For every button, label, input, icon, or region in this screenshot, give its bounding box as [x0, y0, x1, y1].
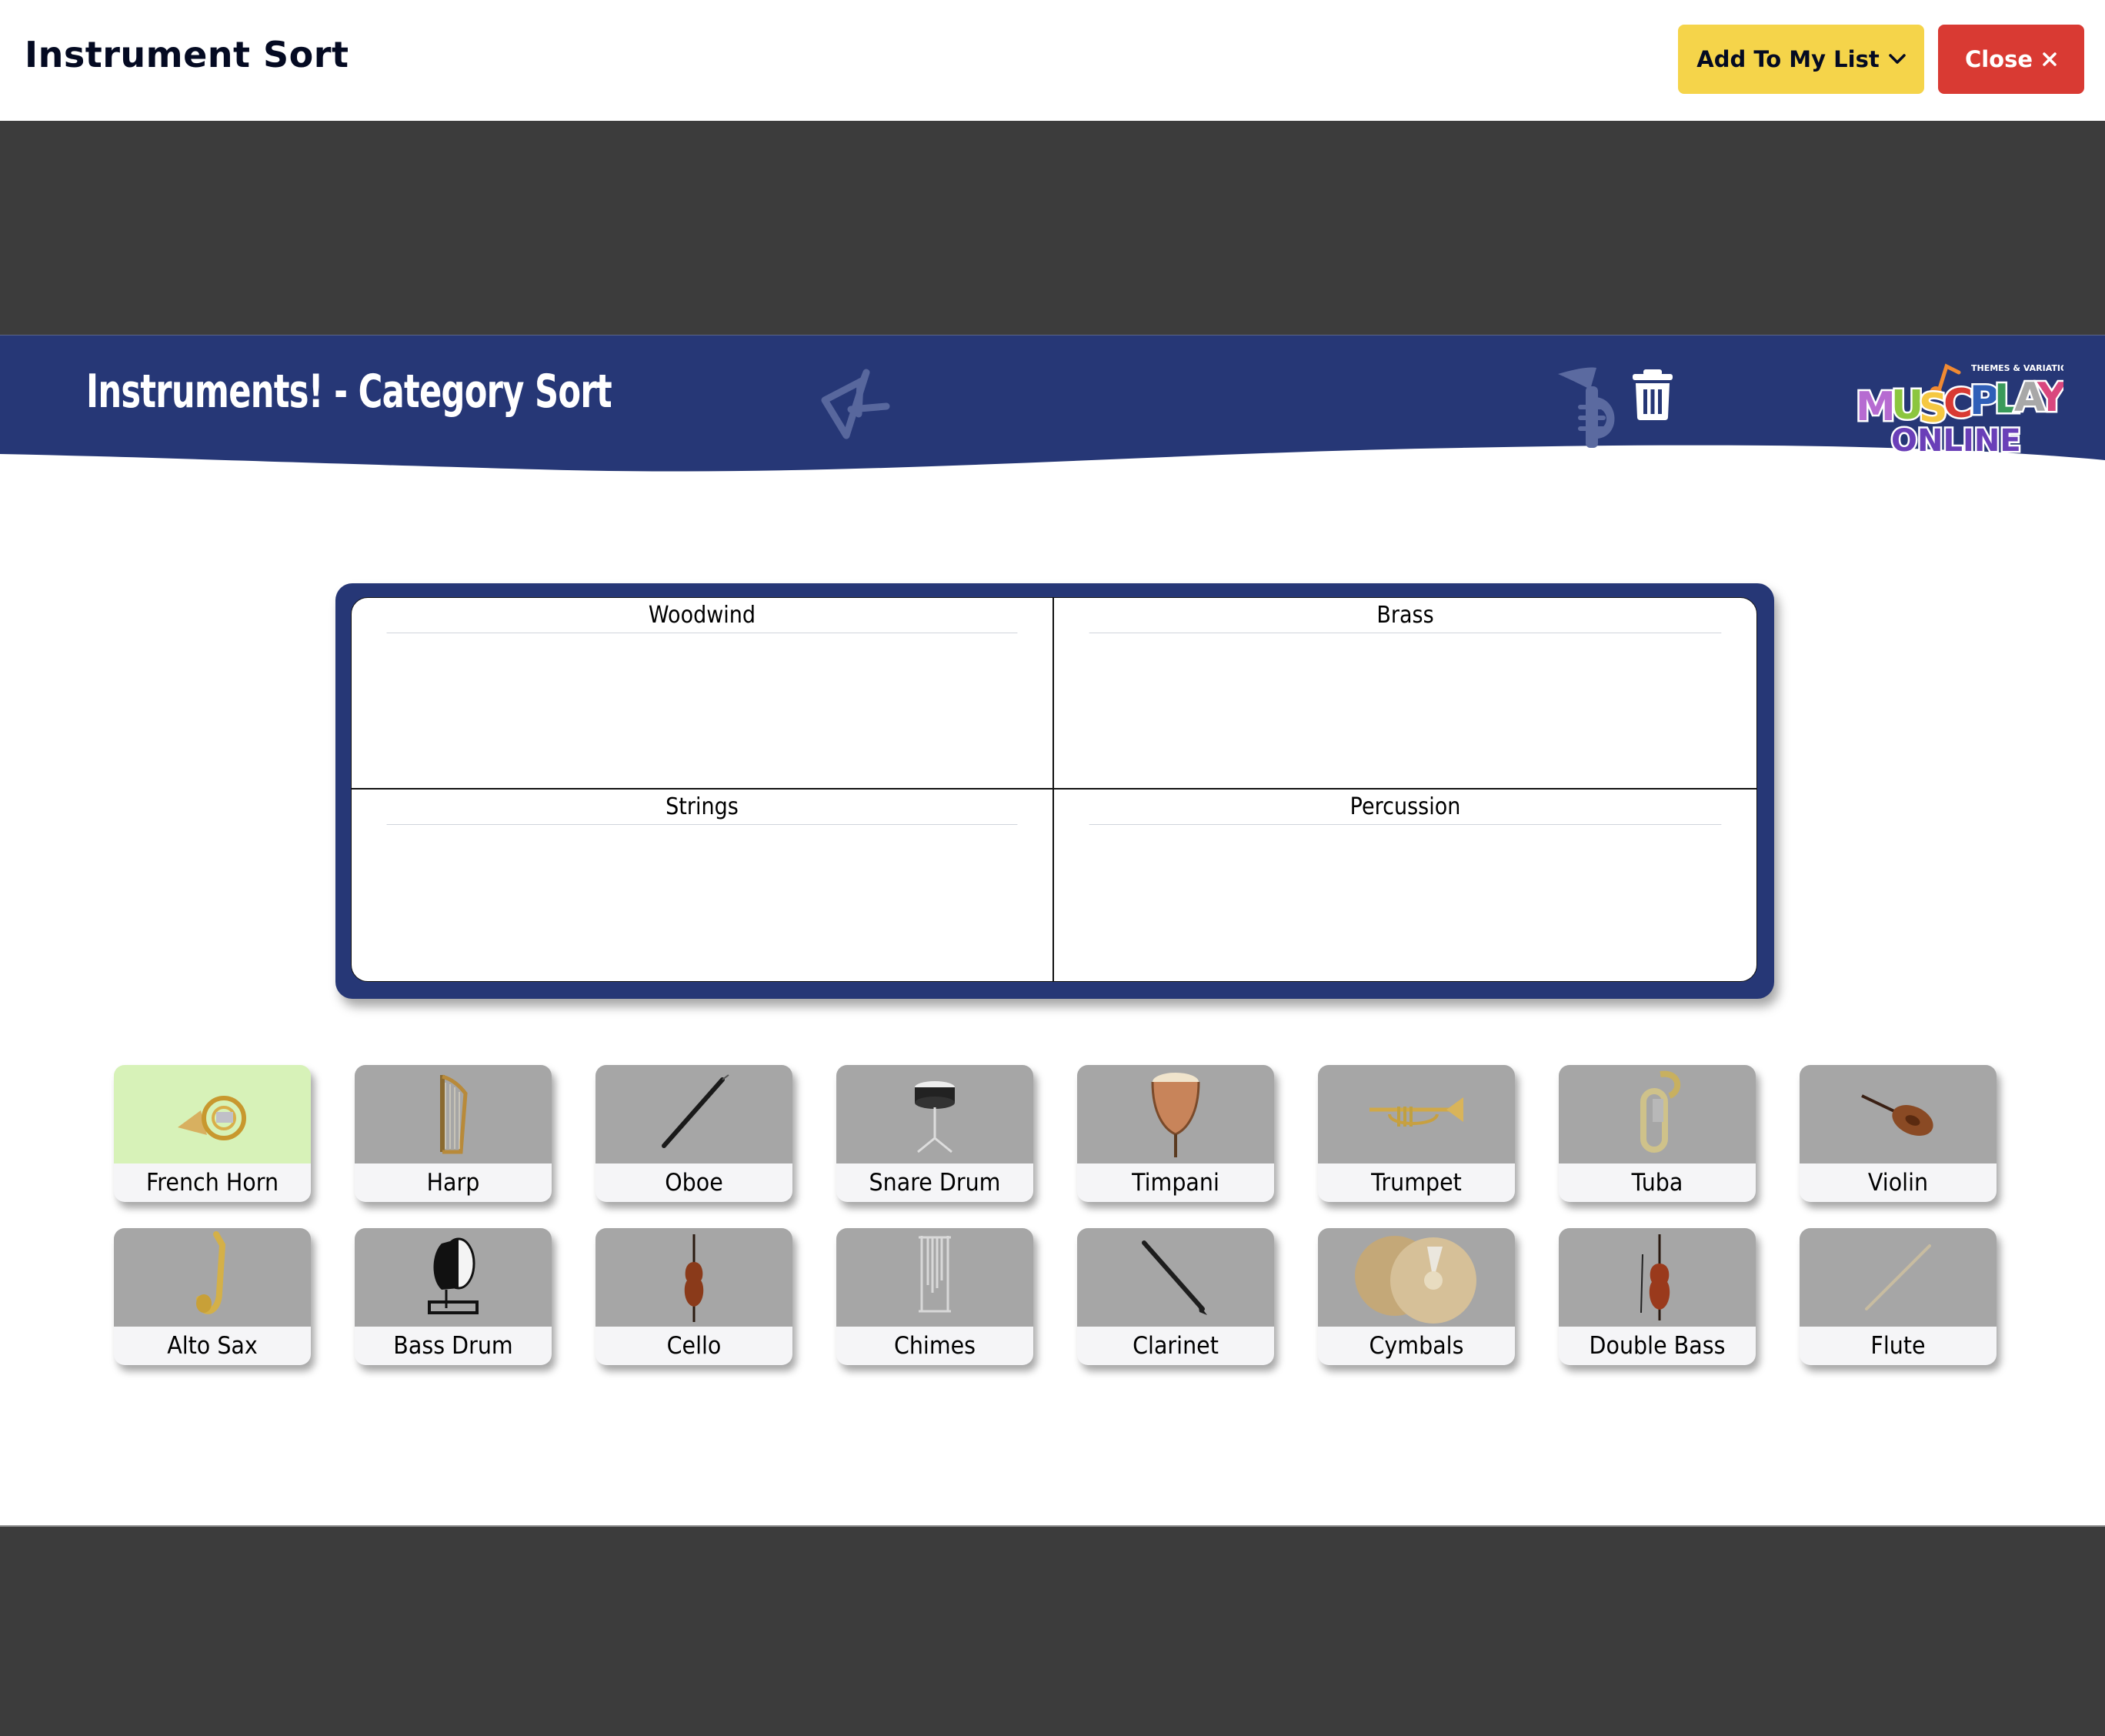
trumpet-image [1318, 1065, 1515, 1163]
instrument-card-chimes[interactable]: Chimes [836, 1228, 1033, 1365]
close-label: Close [1964, 46, 2033, 72]
flute-image [1800, 1228, 1997, 1327]
instrument-card-oboe[interactable]: Oboe [595, 1065, 792, 1202]
instrument-card-label: Trumpet [1371, 1169, 1462, 1197]
chevron-down-icon [1888, 54, 1906, 64]
instrument-card-flute[interactable]: Flute [1800, 1228, 1997, 1365]
musicplay-online-logo: THEMES & VARIATIONS M U S C P L A Y ONLI… [1854, 357, 2081, 461]
close-icon [2043, 52, 2057, 66]
page-title: Instrument Sort [25, 34, 349, 75]
activity-frame: Instruments! - Category Sort THEMES & VA… [0, 335, 2105, 1525]
logo-online: ONLINE [1891, 423, 2021, 453]
instrument-card-label: Chimes [893, 1332, 976, 1360]
instrument-card-clarinet[interactable]: Clarinet [1077, 1228, 1274, 1365]
instrument-card-label: Clarinet [1133, 1332, 1219, 1360]
instrument-card-label: Violin [1867, 1169, 1929, 1197]
instrument-card-trumpet[interactable]: Trumpet [1318, 1065, 1515, 1202]
instrument-card-violin[interactable]: Violin [1800, 1065, 1997, 1202]
category-zone-woodwind[interactable]: Woodwind [352, 598, 1054, 790]
instrument-card-label: Oboe [665, 1169, 723, 1197]
timpani-image [1077, 1065, 1274, 1163]
drop-area[interactable] [1054, 825, 1756, 981]
top-header: Instrument Sort Add To My List Close [0, 0, 2105, 121]
add-to-my-list-button[interactable]: Add To My List [1678, 25, 1924, 94]
instrument-card-label: Double Bass [1589, 1332, 1726, 1360]
instrument-card-harp[interactable]: Harp [355, 1065, 552, 1202]
double-bass-image [1559, 1228, 1756, 1327]
instrument-card-label: Cymbals [1369, 1332, 1464, 1360]
violin-image [1800, 1065, 1997, 1163]
svg-text:Y: Y [2037, 375, 2063, 421]
instrument-card-bass-drum[interactable]: Bass Drum [355, 1228, 552, 1365]
category-zone-percussion[interactable]: Percussion [1054, 790, 1756, 981]
instrument-card-label: French Horn [145, 1169, 279, 1197]
instrument-card-snare-drum[interactable]: Snare Drum [836, 1065, 1033, 1202]
cymbals-image [1318, 1228, 1515, 1327]
backdrop-bottom [0, 1525, 2105, 1736]
category-header: Brass [1089, 598, 1722, 633]
instrument-card-cymbals[interactable]: Cymbals [1318, 1228, 1515, 1365]
snare-drum-image [836, 1065, 1033, 1163]
instrument-card-timpani[interactable]: Timpani [1077, 1065, 1274, 1202]
instrument-card-alto-sax[interactable]: Alto Sax [114, 1228, 311, 1365]
cello-image [595, 1228, 792, 1327]
bass-drum-image [355, 1228, 552, 1327]
instrument-card-label: Tuba [1631, 1169, 1683, 1197]
instrument-card-label: Bass Drum [393, 1332, 513, 1360]
svg-text:M: M [1856, 384, 1896, 430]
close-button[interactable]: Close [1938, 25, 2084, 94]
trash-icon[interactable] [1631, 368, 1674, 422]
instrument-card-french-horn[interactable]: French Horn [114, 1065, 311, 1202]
harp-image [355, 1065, 552, 1163]
instrument-card-label: Timpani [1132, 1169, 1219, 1197]
french-horn-image [114, 1065, 311, 1163]
instrument-card-label: Harp [426, 1169, 480, 1197]
category-header: Strings [386, 790, 1018, 825]
category-header: Woodwind [386, 598, 1018, 633]
triangle-icon[interactable] [817, 366, 894, 443]
backdrop-top [0, 121, 2105, 335]
sort-grid: Woodwind Brass Strings Percussion [351, 597, 1757, 982]
instrument-card-tuba[interactable]: Tuba [1559, 1065, 1756, 1202]
activity-banner: Instruments! - Category Sort THEMES & VA… [0, 336, 2105, 474]
instrument-card-cello[interactable]: Cello [595, 1228, 792, 1365]
instrument-card-label: Snare Drum [869, 1169, 1001, 1197]
drop-area[interactable] [352, 825, 1052, 981]
category-zone-strings[interactable]: Strings [352, 790, 1054, 981]
sort-board: Woodwind Brass Strings Percussion [335, 583, 1774, 999]
category-header: Percussion [1089, 790, 1722, 825]
add-to-my-list-label: Add To My List [1696, 46, 1880, 72]
category-zone-brass[interactable]: Brass [1054, 598, 1756, 790]
drop-area[interactable] [352, 633, 1052, 788]
logo-tagline: THEMES & VARIATIONS [1971, 363, 2063, 373]
instrument-card-label: Alto Sax [167, 1332, 258, 1360]
tuba-image [1559, 1065, 1756, 1163]
svg-text:C: C [1943, 381, 1973, 427]
instrument-card-double-bass[interactable]: Double Bass [1559, 1228, 1756, 1365]
clarinet-image [1077, 1228, 1274, 1327]
activity-title: Instruments! - Category Sort [86, 365, 612, 419]
chimes-image [836, 1228, 1033, 1327]
instrument-card-label: Cello [666, 1332, 722, 1360]
trumpet-icon[interactable] [1558, 366, 1627, 459]
alto-sax-image [114, 1228, 311, 1327]
oboe-image [595, 1065, 792, 1163]
drop-area[interactable] [1054, 633, 1756, 788]
instrument-card-label: Flute [1870, 1332, 1926, 1360]
